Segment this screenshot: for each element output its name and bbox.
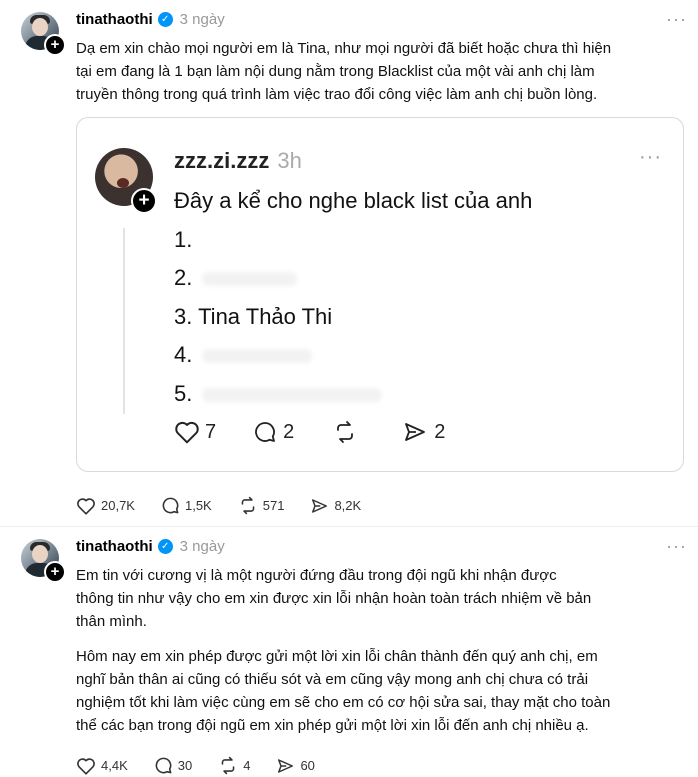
follow-plus-icon[interactable]: + <box>44 561 66 583</box>
like-button[interactable]: 4,4K <box>76 757 128 775</box>
post-actions: 4,4K 30 4 60 <box>76 756 341 775</box>
repost-icon <box>221 756 235 775</box>
quoted-post-time: 3h <box>277 148 302 173</box>
share-button[interactable]: 2 <box>401 420 445 444</box>
more-options-icon[interactable]: ··· <box>666 536 687 557</box>
repost-icon <box>241 496 255 515</box>
verified-badge-icon: ✓ <box>157 12 173 27</box>
comment-icon <box>255 422 276 442</box>
post-actions: 20,7K 1,5K 571 8,2K <box>76 496 387 515</box>
post-text: Em tin với cương vị là một người đứng đầ… <box>76 567 611 734</box>
comment-icon <box>162 497 179 514</box>
follow-plus-icon[interactable]: + <box>44 34 66 56</box>
repost-button[interactable]: 571 <box>238 496 284 515</box>
post-text: Dạ em xin chào mọi người em là Tina, như… <box>76 40 612 103</box>
reply-button[interactable]: 2 <box>252 420 294 444</box>
send-icon <box>312 498 328 513</box>
thread-line <box>123 228 125 414</box>
thread-post-1: + tinathaothi ✓ 3 ngày ··· Dạ em xin chà… <box>0 0 698 520</box>
like-button[interactable]: 20,7K <box>76 497 135 515</box>
heart-icon <box>77 497 95 515</box>
quoted-text: Đây a kể cho nghe black list của anh 1. … <box>174 188 533 406</box>
quoted-username[interactable]: zzz.zi.zzz <box>174 148 269 174</box>
username[interactable]: tinathaothi <box>76 11 153 28</box>
share-button[interactable]: 60 <box>276 757 315 775</box>
heart-icon <box>77 757 95 775</box>
repost-icon <box>337 421 354 443</box>
send-icon <box>405 423 426 441</box>
repost-button[interactable] <box>330 420 365 444</box>
share-button[interactable]: 8,2K <box>310 497 361 515</box>
like-button[interactable]: 7 <box>174 420 216 444</box>
post-time: 3 ngày <box>179 538 225 555</box>
send-icon <box>278 758 294 773</box>
heart-icon <box>175 421 199 444</box>
quoted-actions: 7 2 2 <box>174 420 481 444</box>
comment-icon <box>155 757 172 774</box>
username[interactable]: tinathaothi <box>76 538 153 555</box>
verified-badge-icon: ✓ <box>157 539 173 554</box>
quoted-post[interactable]: + zzz.zi.zzz 3h ··· Đây a kể cho nghe bl… <box>76 117 684 472</box>
reply-button[interactable]: 1,5K <box>161 496 212 515</box>
thread-post-2: + tinathaothi ✓ 3 ngày ··· Em tin với cư… <box>0 527 698 777</box>
post-time: 3 ngày <box>179 11 225 28</box>
more-options-icon[interactable]: ··· <box>639 146 662 169</box>
follow-plus-icon[interactable]: + <box>131 188 157 214</box>
repost-button[interactable]: 4 <box>218 756 250 775</box>
reply-button[interactable]: 30 <box>154 756 192 775</box>
more-options-icon[interactable]: ··· <box>666 9 687 30</box>
